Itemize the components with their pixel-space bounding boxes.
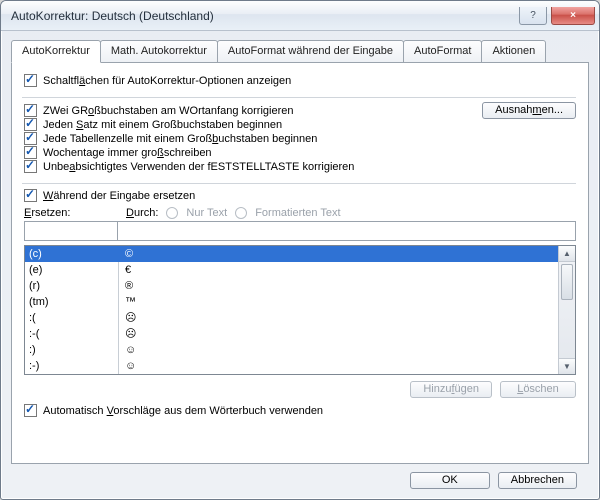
label-sentence-cap: Jeden Satz mit einem Großbuchstaben begi… [43, 119, 282, 131]
radio-formatted-text [235, 207, 247, 219]
table-row[interactable]: (e)€ [25, 262, 558, 278]
input-replace[interactable] [24, 221, 118, 241]
dialog-window: AutoKorrektur: Deutsch (Deutschland) ? ×… [0, 0, 600, 500]
table-row[interactable]: (r)® [25, 278, 558, 294]
label-plain-text: Nur Text [186, 207, 227, 219]
table-row[interactable]: :(☹ [25, 310, 558, 326]
show-ac-buttons-row: Schaltflächen für AutoKorrektur-Optionen… [24, 74, 576, 87]
scroll-thumb[interactable] [561, 264, 573, 300]
window-buttons: ? × [519, 7, 595, 25]
scroll-down-icon[interactable]: ▼ [559, 358, 575, 374]
checkbox-show-ac-buttons[interactable] [24, 74, 37, 87]
table-row[interactable]: :-(☹ [25, 326, 558, 342]
checkbox-replace-during[interactable] [24, 189, 37, 202]
table-row[interactable]: (c)© [25, 246, 558, 262]
input-with[interactable] [117, 221, 576, 241]
close-button[interactable]: × [551, 7, 595, 25]
tab-autoformat[interactable]: AutoFormat [403, 40, 482, 63]
help-button[interactable]: ? [519, 7, 547, 25]
titlebar[interactable]: AutoKorrektur: Deutsch (Deutschland) ? × [1, 1, 599, 31]
label-formatted-text: Formatierten Text [255, 207, 340, 219]
label-capslock: Unbeabsichtigtes Verwenden der fESTSTELL… [43, 161, 354, 173]
window-title: AutoKorrektur: Deutsch (Deutschland) [11, 9, 519, 23]
tab-autoformat-eingabe[interactable]: AutoFormat während der Eingabe [217, 40, 404, 63]
checkbox-auto-dict[interactable] [24, 404, 37, 417]
tab-aktionen[interactable]: Aktionen [481, 40, 546, 63]
label-show-ac-buttons: Schaltflächen für AutoKorrektur-Optionen… [43, 75, 291, 87]
tab-panel: Schaltflächen für AutoKorrektur-Optionen… [11, 62, 589, 464]
table-row[interactable]: (tm)™ [25, 294, 558, 310]
label-tablecell-cap: Jede Tabellenzelle mit einem Großbuchsta… [43, 133, 317, 145]
table-row[interactable]: :)☺ [25, 342, 558, 358]
replace-inputs [24, 221, 576, 241]
delete-button[interactable]: Löschen [500, 381, 576, 398]
cancel-button[interactable]: Abbrechen [498, 472, 577, 489]
add-button[interactable]: Hinzufügen [410, 381, 492, 398]
auto-dict-row: Automatisch Vorschläge aus dem Wörterbuc… [24, 404, 576, 417]
dialog-body: AutoKorrektur Math. Autokorrektur AutoFo… [1, 31, 599, 499]
label-replace-during: Während der Eingabe ersetzen [43, 190, 195, 202]
list-body[interactable]: (c)©(e)€(r)®(tm)™:(☹:-(☹:)☺:-)☺ [25, 246, 558, 374]
tab-math-autokorrektur[interactable]: Math. Autokorrektur [100, 40, 218, 63]
list-buttons: Hinzufügen Löschen [24, 381, 576, 398]
label-auto-dict: Automatisch Vorschläge aus dem Wörterbuc… [43, 405, 323, 417]
tab-strip: AutoKorrektur Math. Autokorrektur AutoFo… [11, 39, 589, 62]
tab-autokorrektur[interactable]: AutoKorrektur [11, 40, 101, 63]
separator [22, 94, 576, 100]
replacement-list: (c)©(e)€(r)®(tm)™:(☹:-(☹:)☺:-)☺ ▲ ▼ [24, 245, 576, 375]
replace-header: Ersetzen: Durch: Nur Text Formatierten T… [24, 207, 576, 219]
label-weekday-cap: Wochentage immer großschreiben [43, 147, 212, 159]
radio-plain-text [166, 207, 178, 219]
replace-during-row: Während der Eingabe ersetzen [24, 189, 576, 202]
label-two-caps: ZWei GRoßbuchstaben am WOrtanfang korrig… [43, 105, 293, 117]
label-replace: Ersetzen: [24, 207, 118, 219]
table-row[interactable]: :-)☺ [25, 358, 558, 374]
exceptions-button[interactable]: Ausnahmen... [482, 102, 576, 119]
separator-2 [22, 180, 576, 186]
checkbox-capslock[interactable] [24, 160, 37, 173]
scroll-up-icon[interactable]: ▲ [559, 246, 575, 262]
options-area: ZWei GRoßbuchstaben am WOrtanfang korrig… [24, 102, 576, 174]
label-with: Durch: [126, 207, 158, 219]
ok-button[interactable]: OK [410, 472, 490, 489]
scrollbar[interactable]: ▲ ▼ [558, 246, 575, 374]
dialog-footer: OK Abbrechen [11, 464, 589, 489]
